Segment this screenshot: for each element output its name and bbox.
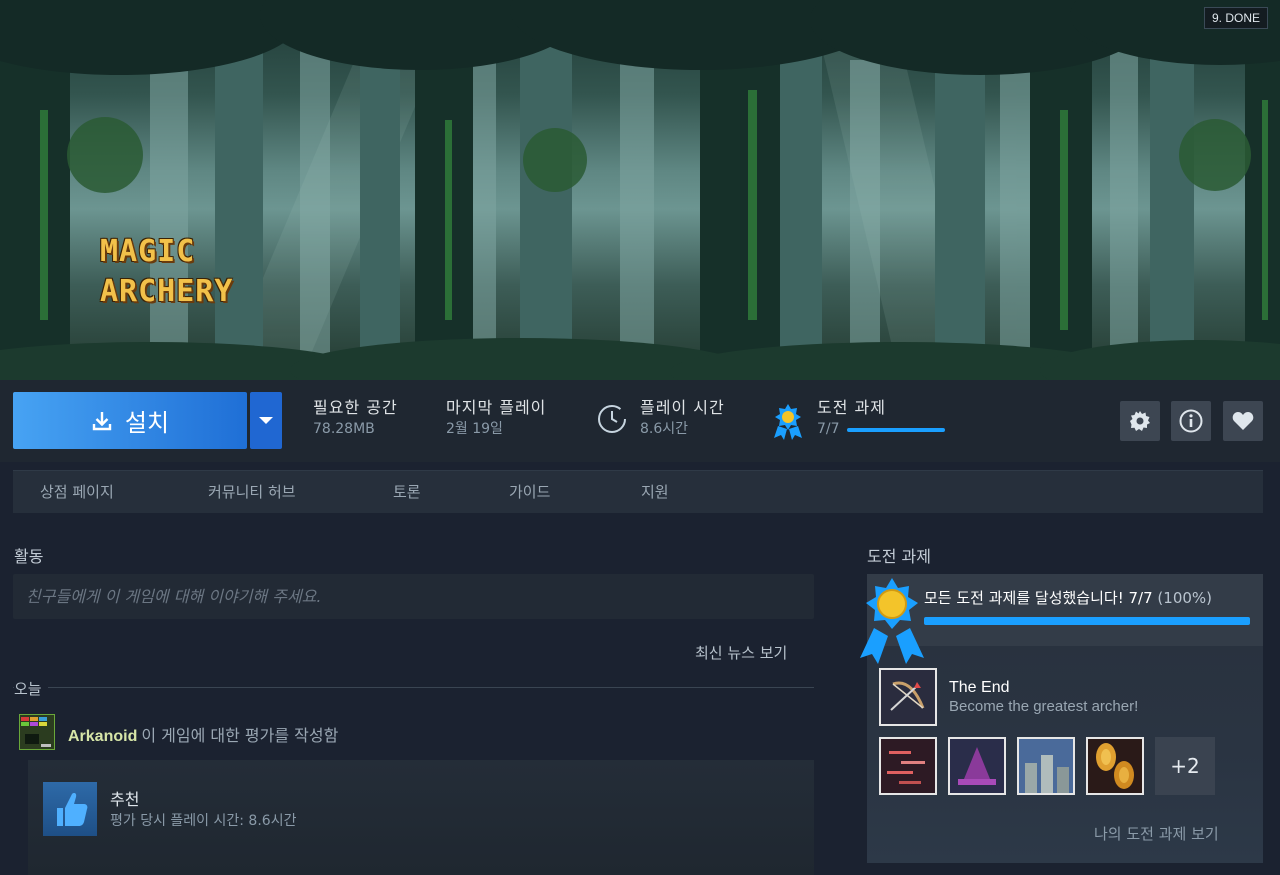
activity-game-name[interactable]: Arkanoid	[68, 728, 137, 745]
arkanoid-game-icon[interactable]	[19, 714, 55, 750]
info-icon	[1179, 409, 1203, 433]
nav-store-page[interactable]: 상점 페이지	[40, 471, 114, 514]
medal-icon	[774, 404, 802, 440]
achievements-complete-percent: (100%)	[1157, 589, 1213, 607]
activity-comment-input[interactable]: 친구들에게 이 게임에 대해 이야기해 주세요.	[13, 574, 814, 619]
stat-space-title: 필요한 공간	[313, 398, 398, 417]
install-label: 설치	[124, 409, 170, 437]
bow-icon	[890, 681, 925, 711]
logo-line-1: MAGIC	[100, 234, 196, 269]
game-nav-bar: 상점 페이지 커뮤니티 허브 토론 가이드 지원	[13, 470, 1263, 513]
stat-last-played-title: 마지막 플레이	[446, 398, 547, 417]
info-button[interactable]	[1171, 401, 1211, 441]
achievement-tile-1[interactable]	[879, 737, 937, 795]
today-divider	[13, 687, 814, 688]
forest-artwork	[0, 0, 1280, 380]
nav-guides[interactable]: 가이드	[509, 471, 550, 514]
gold-medal-icon	[860, 578, 924, 664]
stat-space-value: 78.28MB	[313, 421, 375, 437]
today-label: 오늘	[14, 678, 48, 699]
achievements-complete-label: 모든 도전 과제를 달성했습니다! 7/7	[924, 589, 1153, 607]
hero-banner: MAGIC ARCHERY 9. DONE	[0, 0, 1280, 380]
action-bar: 설치 필요한 공간 78.28MB 마지막 플레이 2월 19일 플레이 시간 …	[0, 380, 1280, 462]
castle-icon	[1019, 739, 1073, 793]
activity-entry: Arkanoid 이 게임에 대한 평가를 작성함	[68, 722, 338, 746]
gear-icon	[1130, 411, 1150, 431]
stat-achievements[interactable]: 도전 과제 7/7	[817, 398, 886, 439]
heart-icon	[1232, 412, 1254, 430]
nav-support[interactable]: 지원	[641, 471, 669, 514]
caret-down-icon	[259, 416, 273, 424]
favorite-button[interactable]	[1223, 401, 1263, 441]
activity-action-text: 이 게임에 대한 평가를 작성함	[141, 726, 339, 745]
clock-icon	[598, 405, 626, 433]
logo-line-2: ARCHERY	[100, 274, 234, 309]
achievement-tile-4[interactable]	[1086, 737, 1144, 795]
coins-icon	[1096, 743, 1134, 789]
thumbs-up-icon	[57, 793, 88, 826]
achievements-complete-bar	[924, 617, 1250, 625]
nav-community-hub[interactable]: 커뮤니티 허브	[208, 471, 296, 514]
view-my-achievements-link[interactable]: 나의 도전 과제 보기	[1094, 823, 1219, 844]
install-dropdown-button[interactable]	[250, 392, 282, 449]
wizard-hat-icon	[958, 747, 996, 785]
download-icon	[92, 411, 112, 430]
stat-playtime: 플레이 시간 8.6시간	[640, 398, 725, 439]
activity-title: 활동	[14, 547, 44, 566]
arrows-icon	[887, 751, 925, 784]
stat-last-played: 마지막 플레이 2월 19일	[446, 398, 546, 439]
review-recommend-title: 추천	[110, 790, 140, 809]
achievements-title: 도전 과제	[867, 547, 931, 566]
more-achievements-button[interactable]: +2	[1155, 737, 1215, 795]
stat-achievements-title: 도전 과제	[817, 398, 886, 417]
achievement-tile-the-end[interactable]	[879, 668, 937, 726]
stat-last-played-value: 2월 19일	[446, 421, 503, 437]
achievements-complete-text: 모든 도전 과제를 달성했습니다! 7/7 (100%)	[924, 587, 1212, 608]
achievement-tile-2[interactable]	[948, 737, 1006, 795]
achievement-progress-bar	[847, 428, 945, 432]
stat-space: 필요한 공간 78.28MB	[313, 398, 398, 439]
featured-achievement-description: Become the greatest archer!	[949, 698, 1139, 715]
stat-playtime-value: 8.6시간	[640, 421, 689, 437]
step-badge: 9. DONE	[1203, 7, 1268, 29]
thumbs-up-badge	[43, 782, 97, 836]
featured-achievement-name: The End	[949, 679, 1010, 696]
review-playtime-text: 평가 당시 플레이 시간: 8.6시간	[110, 813, 297, 829]
achievement-tile-3[interactable]	[1017, 737, 1075, 795]
stat-playtime-title: 플레이 시간	[640, 398, 725, 417]
settings-button[interactable]	[1120, 401, 1160, 441]
install-button[interactable]: 설치	[13, 392, 247, 449]
nav-discussions[interactable]: 토론	[393, 471, 421, 514]
game-logo: MAGIC ARCHERY	[100, 232, 260, 312]
latest-news-link[interactable]: 최신 뉴스 보기	[695, 642, 787, 663]
